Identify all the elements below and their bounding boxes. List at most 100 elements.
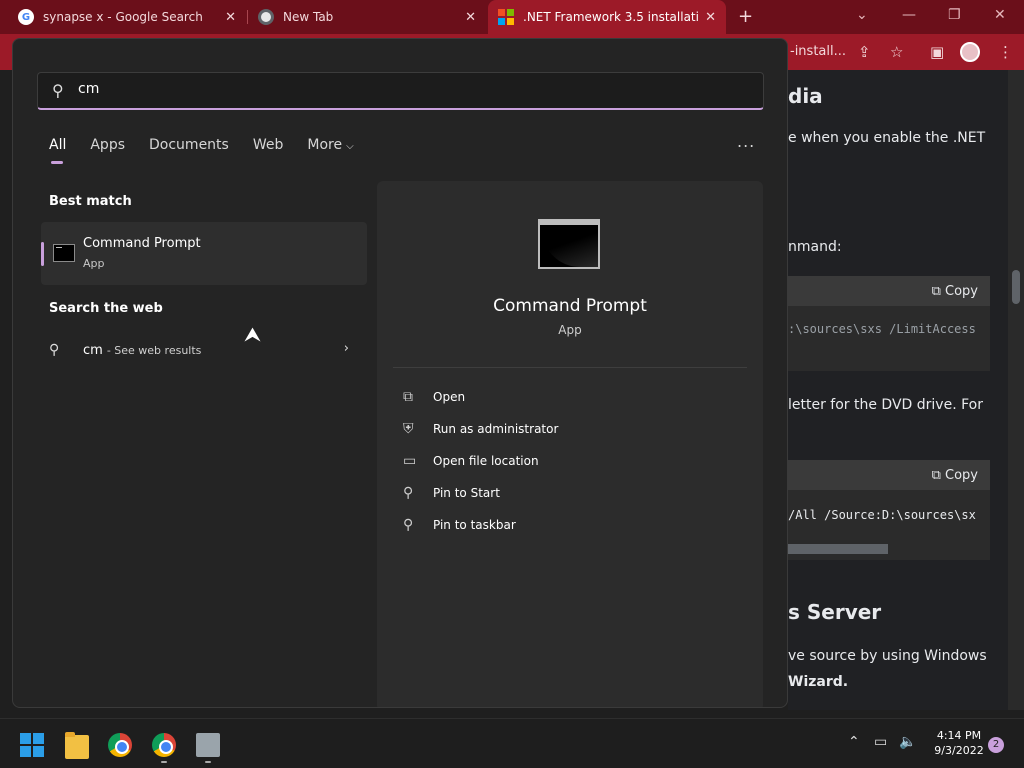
result-kind: App xyxy=(83,257,105,270)
browser-tab-strip: G synapse x - Google Search ✕ New Tab ✕ … xyxy=(0,0,1024,34)
running-indicator xyxy=(161,761,167,763)
filter-web[interactable]: Web xyxy=(253,137,284,153)
search-icon: ⚲ xyxy=(49,342,60,358)
tab-new-tab[interactable]: New Tab ✕ xyxy=(248,0,486,34)
action-open[interactable]: ⧉ Open xyxy=(403,386,465,408)
search-filters: All Apps Documents Web More ⌵ xyxy=(49,137,378,164)
action-label: Open xyxy=(433,390,466,404)
notification-badge[interactable]: 2 xyxy=(988,737,1004,753)
clock-date: 9/3/2022 xyxy=(934,744,984,757)
search-web-heading: Search the web xyxy=(49,301,163,316)
close-window-icon[interactable]: ✕ xyxy=(994,7,1006,23)
copy-button[interactable]: ⧉ Copy xyxy=(932,468,978,483)
profile-avatar[interactable] xyxy=(960,42,980,62)
file-explorer-icon[interactable] xyxy=(65,732,89,759)
share-icon[interactable]: ⇪ xyxy=(858,43,871,61)
tab-dotnet-installation[interactable]: .NET Framework 3.5 installation e ✕ xyxy=(488,0,726,34)
filter-apps[interactable]: Apps xyxy=(90,137,125,153)
tab-search-icon[interactable]: ⌄ xyxy=(856,7,868,23)
action-label: Open file location xyxy=(433,454,539,468)
show-hidden-icons-icon[interactable]: ⌃ xyxy=(848,734,860,750)
code-text: /All /Source:D:\sources\sx xyxy=(788,508,976,522)
page-heading: s Server xyxy=(788,600,882,624)
code-text: :\sources\sxs /LimitAccess xyxy=(788,322,976,336)
action-open-file-location[interactable]: ▭ Open file location xyxy=(403,450,539,472)
page-text: letter for the DVD drive. For xyxy=(788,397,983,413)
result-preview-pane: Command Prompt App ⧉ Open ⛨ Run as admin… xyxy=(377,181,763,707)
divider xyxy=(393,367,747,368)
selection-indicator xyxy=(41,242,44,266)
close-tab-icon[interactable]: ✕ xyxy=(225,10,236,25)
filter-label: More xyxy=(307,137,343,153)
web-page-content: dia e when you enable the .NET nmand: ⧉ … xyxy=(788,70,1008,710)
copy-label: Copy xyxy=(945,284,978,299)
web-query: cm xyxy=(83,342,103,358)
code-header: ⧉ Copy xyxy=(788,460,990,490)
minimize-icon[interactable]: — xyxy=(902,7,916,23)
result-name: Command Prompt xyxy=(83,236,201,251)
scrollbar-thumb[interactable] xyxy=(1012,270,1020,304)
active-filter-indicator xyxy=(51,161,63,164)
chevron-right-icon[interactable]: › xyxy=(344,341,349,356)
best-match-heading: Best match xyxy=(49,194,132,209)
action-run-as-administrator[interactable]: ⛨ Run as administrator xyxy=(403,418,558,440)
tab-title: .NET Framework 3.5 installation e xyxy=(523,10,699,24)
copy-button[interactable]: ⧉ Copy xyxy=(932,284,978,299)
preview-title: Command Prompt xyxy=(493,296,647,316)
web-search-result[interactable]: ⚲ cm - See web results › xyxy=(49,339,349,361)
tab-google-search[interactable]: G synapse x - Google Search ✕ xyxy=(8,0,246,34)
app-icon[interactable] xyxy=(196,733,220,757)
google-icon: G xyxy=(18,9,34,25)
search-flyout: ⚲ All Apps Documents Web More⌵ ... Best … xyxy=(12,38,788,708)
tab-title: synapse x - Google Search xyxy=(43,10,203,24)
tab-title: New Tab xyxy=(283,10,334,24)
command-prompt-icon xyxy=(538,219,600,269)
action-label: Pin to Start xyxy=(433,486,500,500)
action-pin-to-taskbar[interactable]: ⚲ Pin to taskbar xyxy=(403,514,516,536)
code-scrollbar[interactable] xyxy=(788,544,888,554)
network-icon[interactable]: ▭ xyxy=(874,734,887,750)
page-text: nmand: xyxy=(788,239,842,255)
shield-admin-icon: ⛨ xyxy=(403,421,414,437)
pin-icon: ⚲ xyxy=(403,485,414,501)
chevron-down-icon: ⌵ xyxy=(346,141,354,152)
pin-taskbar-icon: ⚲ xyxy=(403,517,414,533)
new-tab-button[interactable]: + xyxy=(738,6,753,27)
bookmark-star-icon[interactable]: ☆ xyxy=(890,43,903,61)
search-icon: ⚲ xyxy=(52,81,64,100)
clock-time: 4:14 PM xyxy=(936,729,982,742)
side-panel-icon[interactable]: ▣ xyxy=(930,43,944,61)
open-external-icon: ⧉ xyxy=(403,389,413,405)
chrome-icon[interactable] xyxy=(108,733,132,757)
search-box[interactable]: ⚲ xyxy=(37,72,764,110)
folder-icon: ▭ xyxy=(403,453,417,469)
action-label: Run as administrator xyxy=(433,422,559,436)
close-tab-icon[interactable]: ✕ xyxy=(705,10,716,25)
chrome-icon xyxy=(258,9,274,25)
copy-label: Copy xyxy=(945,468,978,483)
code-block: ⧉ Copy :\sources\sxs /LimitAccess xyxy=(788,276,990,371)
mouse-cursor-icon: ⮝ xyxy=(244,322,261,346)
filter-more[interactable]: More ⌵ xyxy=(307,137,353,153)
close-tab-icon[interactable]: ✕ xyxy=(465,10,476,25)
start-button[interactable] xyxy=(20,733,44,757)
action-pin-to-start[interactable]: ⚲ Pin to Start xyxy=(403,482,500,504)
page-scrollbar[interactable] xyxy=(1008,70,1024,710)
chrome-profile-icon[interactable] xyxy=(152,733,176,757)
action-label: Pin to taskbar xyxy=(433,518,516,532)
command-prompt-icon xyxy=(53,244,75,262)
filter-documents[interactable]: Documents xyxy=(149,137,229,153)
filter-all[interactable]: All xyxy=(49,137,66,164)
volume-icon[interactable]: 🔈 xyxy=(899,734,916,750)
system-clock[interactable]: 4:14 PM 9/3/2022 xyxy=(928,728,990,758)
more-options-button[interactable]: ... xyxy=(737,132,755,151)
best-match-result[interactable]: Command Prompt App xyxy=(41,222,367,285)
restore-icon[interactable]: ❐ xyxy=(948,7,961,23)
microsoft-icon xyxy=(498,9,514,25)
running-indicator xyxy=(205,761,211,763)
search-input[interactable] xyxy=(78,81,738,97)
page-text: ve source by using Windows xyxy=(788,648,987,664)
address-bar-text[interactable]: -install... xyxy=(790,44,846,59)
page-text: e when you enable the .NET xyxy=(788,130,986,146)
chrome-menu-icon[interactable]: ⋮ xyxy=(998,43,1013,61)
